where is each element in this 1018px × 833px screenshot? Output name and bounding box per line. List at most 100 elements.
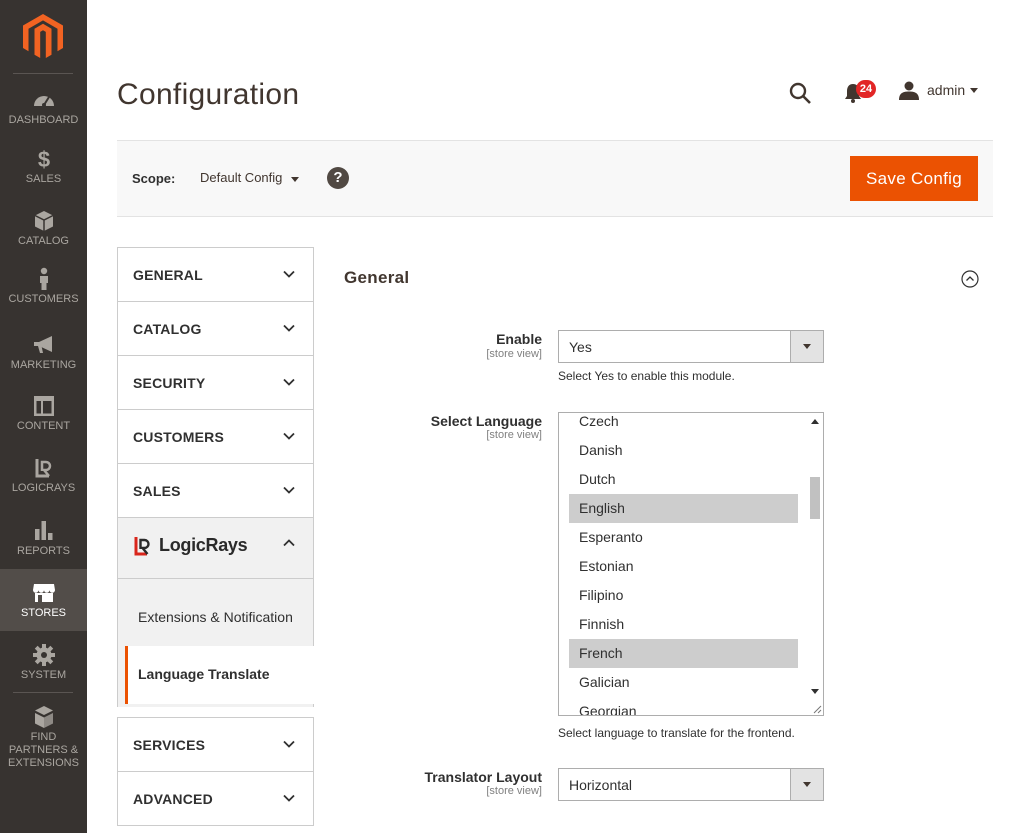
- enable-select[interactable]: Yes: [558, 330, 824, 363]
- layout-select-value: Horizontal: [569, 777, 633, 793]
- user-icon[interactable]: [899, 81, 919, 100]
- notification-count-badge[interactable]: 24: [856, 80, 876, 98]
- nav-label: SYSTEM: [20, 669, 67, 681]
- collapse-circle-icon[interactable]: [961, 270, 979, 288]
- nav-label: CUSTOMERS: [8, 293, 79, 305]
- nav-find-partners[interactable]: FIND PARTNERS & EXTENSIONS: [0, 705, 87, 769]
- nav-label: DASHBOARD: [8, 114, 79, 126]
- dropdown-arrow-icon[interactable]: [790, 769, 823, 800]
- language-option[interactable]: Estonian: [569, 552, 798, 581]
- section-title[interactable]: General: [344, 268, 409, 288]
- nav-customers[interactable]: CUSTOMERS: [0, 267, 87, 329]
- language-option[interactable]: Esperanto: [569, 523, 798, 552]
- language-option[interactable]: Danish: [569, 436, 798, 465]
- tab-label: LogicRays: [159, 535, 248, 555]
- tab-security[interactable]: SECURITY: [117, 355, 314, 410]
- tab-catalog[interactable]: CATALOG: [117, 301, 314, 356]
- chevron-down-icon: [283, 324, 295, 332]
- dollar-icon: $: [37, 147, 49, 171]
- language-option[interactable]: Finnish: [569, 610, 798, 639]
- language-multiselect[interactable]: Czech Danish Dutch English Esperanto Est…: [558, 412, 824, 716]
- tab-sales[interactable]: SALES: [117, 463, 314, 518]
- nav-label: REPORTS: [17, 545, 70, 557]
- layout-scope: [store view]: [486, 785, 542, 797]
- admin-sidebar: DASHBOARD $ SALES CATALOG CUSTOMERS MARK…: [0, 0, 87, 833]
- dropdown-arrow-icon[interactable]: [790, 331, 823, 362]
- nav-sales[interactable]: $ SALES: [0, 147, 87, 209]
- language-option[interactable]: French: [569, 639, 798, 668]
- nav-stores[interactable]: STORES: [0, 569, 87, 631]
- help-icon[interactable]: ?: [327, 167, 349, 189]
- layout-label: Translator Layout: [424, 769, 542, 785]
- tab-label: GENERAL: [133, 267, 203, 283]
- chevron-down-icon: [283, 432, 295, 440]
- save-config-button[interactable]: Save Config: [850, 156, 978, 201]
- subtab-label: Language Translate: [138, 666, 270, 682]
- language-option[interactable]: Filipino: [569, 581, 798, 610]
- nav-label: SALES: [25, 173, 62, 185]
- chevron-down-icon: [283, 486, 295, 494]
- language-option[interactable]: Dutch: [569, 465, 798, 494]
- megaphone-icon: [33, 336, 52, 353]
- nav-system[interactable]: SYSTEM: [0, 643, 87, 705]
- language-label: Select Language: [430, 413, 542, 429]
- enable-note: Select Yes to enable this module.: [558, 369, 735, 383]
- chevron-down-icon: [283, 270, 295, 278]
- tab-general[interactable]: GENERAL: [117, 247, 314, 302]
- person-icon: [39, 267, 48, 290]
- store-icon: [32, 584, 55, 602]
- sidebar-divider: [13, 73, 73, 74]
- sidebar-divider: [13, 692, 73, 693]
- nav-dashboard[interactable]: DASHBOARD: [0, 88, 87, 150]
- magento-logo[interactable]: [23, 14, 63, 58]
- scroll-down-arrow-icon[interactable]: [811, 689, 819, 694]
- listbox-scrollbar[interactable]: [807, 413, 823, 715]
- tab-services[interactable]: SERVICES: [117, 717, 314, 772]
- enable-label: Enable: [496, 331, 542, 347]
- scope-bar: Scope: Default Config ? Save Config: [117, 140, 993, 217]
- logicrays-logo: LogicRays: [132, 535, 248, 559]
- chevron-down-icon: [283, 794, 295, 802]
- tab-label: SECURITY: [133, 375, 206, 391]
- nav-label: CONTENT: [16, 420, 71, 432]
- scrollbar-thumb[interactable]: [810, 477, 820, 519]
- page-title: Configuration: [117, 78, 300, 111]
- logicrays-icon: [134, 537, 150, 556]
- gear-icon: [32, 644, 55, 666]
- tab-advanced[interactable]: ADVANCED: [117, 771, 314, 826]
- search-icon[interactable]: [789, 82, 811, 104]
- layout-icon: [33, 396, 54, 416]
- resize-grip-icon[interactable]: [812, 704, 822, 714]
- nav-content[interactable]: CONTENT: [0, 394, 87, 456]
- tab-label: SALES: [133, 483, 181, 499]
- nav-marketing[interactable]: MARKETING: [0, 333, 87, 395]
- chevron-down-icon[interactable]: [291, 177, 299, 182]
- logicrays-icon: [35, 459, 51, 478]
- scope-switcher[interactable]: Default Config: [200, 170, 282, 185]
- subtab-extensions-notification[interactable]: Extensions & Notification: [138, 609, 293, 625]
- language-option[interactable]: Galician: [569, 668, 798, 697]
- nav-label: STORES: [20, 607, 67, 619]
- nav-catalog[interactable]: CATALOG: [0, 209, 87, 271]
- chevron-down-icon: [283, 378, 295, 386]
- translator-layout-select[interactable]: Horizontal: [558, 768, 824, 801]
- chevron-up-icon: [283, 539, 295, 547]
- dashboard-icon: [33, 96, 54, 107]
- blocks-icon: [34, 706, 53, 728]
- box-icon: [34, 211, 53, 231]
- tab-customers[interactable]: CUSTOMERS: [117, 409, 314, 464]
- chevron-down-icon[interactable]: [970, 88, 978, 93]
- tab-label: SERVICES: [133, 737, 206, 753]
- scroll-up-arrow-icon[interactable]: [811, 419, 819, 424]
- language-option[interactable]: Czech: [569, 413, 798, 436]
- language-option[interactable]: English: [569, 494, 798, 523]
- language-option[interactable]: Georgian: [569, 697, 798, 715]
- tab-logicrays[interactable]: LogicRays: [117, 517, 314, 579]
- user-menu-name[interactable]: admin: [927, 82, 965, 98]
- language-scope: [store view]: [486, 429, 542, 441]
- language-note: Select language to translate for the fro…: [558, 726, 795, 740]
- tab-label: CUSTOMERS: [133, 429, 224, 445]
- tab-label: CATALOG: [133, 321, 202, 337]
- nav-logicrays[interactable]: LOGICRAYS: [0, 456, 87, 518]
- subtab-language-translate[interactable]: Language Translate: [125, 646, 314, 704]
